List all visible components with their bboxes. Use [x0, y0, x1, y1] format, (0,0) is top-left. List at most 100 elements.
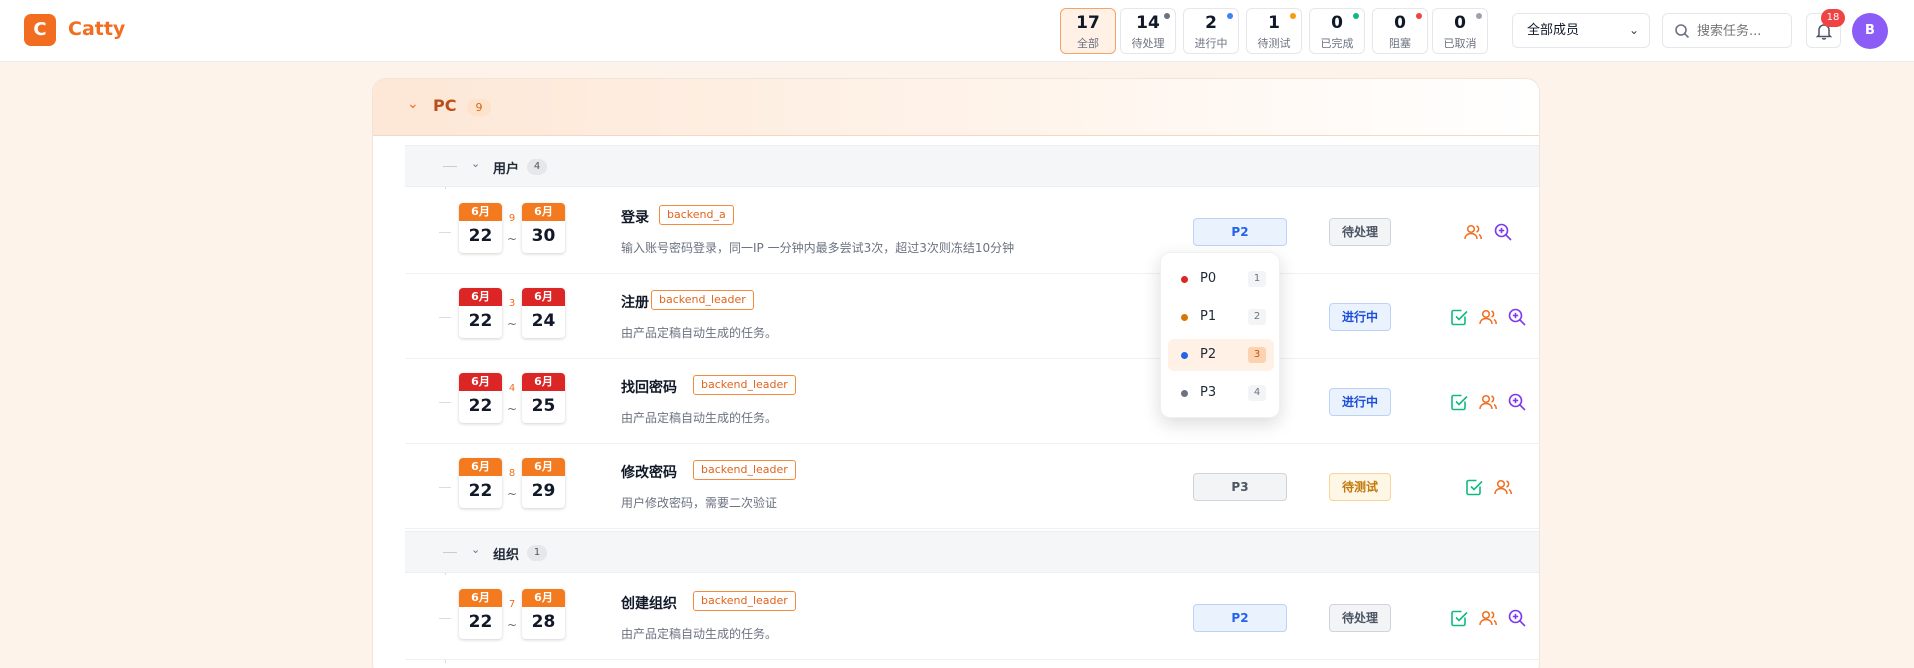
stat-testing[interactable]: 1 待测试 — [1246, 8, 1302, 54]
tree-connector — [443, 166, 457, 167]
zoom-in-icon[interactable] — [1507, 392, 1527, 412]
stat-all[interactable]: 17 全部 — [1060, 8, 1116, 54]
stat-pending[interactable]: 14 待处理 — [1120, 8, 1176, 54]
chevron-down-icon[interactable]: ⌄ — [471, 157, 480, 170]
end-date-calendar: 6月 25 — [522, 373, 565, 423]
stat-count: 17 — [1076, 13, 1100, 33]
stat-blocked[interactable]: 0 阻塞 — [1372, 8, 1428, 54]
stat-cancelled[interactable]: 0 已取消 — [1432, 8, 1488, 54]
zoom-in-icon[interactable] — [1507, 608, 1527, 628]
start-month: 6月 — [459, 288, 502, 306]
stat-label: 已取消 — [1443, 37, 1477, 50]
priority-dropdown-menu: P0 1 P1 2 P2 3 P3 4 — [1160, 252, 1280, 418]
stat-in-progress[interactable]: 2 进行中 — [1183, 8, 1239, 54]
tree-connector — [439, 317, 451, 318]
member-filter-select[interactable]: 全部成员 ⌄ — [1512, 13, 1650, 48]
end-month: 6月 — [522, 373, 565, 391]
priority-option-p0[interactable]: P0 1 — [1168, 263, 1274, 295]
status-badge[interactable]: 待处理 — [1329, 218, 1391, 246]
task-row-login[interactable]: 6月 22 9 ~ 6月 30 登录 backend_a 输入账号密码登录，同一… — [405, 189, 1539, 274]
member-filter-value: 全部成员 — [1527, 23, 1580, 38]
user-avatar[interactable]: B — [1852, 13, 1888, 49]
priority-option-p2[interactable]: P2 3 — [1168, 339, 1274, 371]
status-badge[interactable]: 进行中 — [1329, 388, 1391, 416]
start-date-calendar: 6月 22 — [459, 373, 502, 423]
end-date-calendar: 6月 29 — [522, 458, 565, 508]
priority-button[interactable]: P2 — [1193, 218, 1287, 246]
task-description: 由产品定稿自动生成的任务。 — [621, 411, 778, 425]
start-day: 22 — [468, 311, 493, 331]
assignee-tag: backend_a — [659, 205, 734, 225]
priority-option-label: P3 — [1200, 385, 1217, 400]
priority-option-p3[interactable]: P3 4 — [1168, 377, 1274, 409]
stat-label: 全部 — [1077, 37, 1099, 50]
duration-days: 7 — [508, 599, 516, 610]
assign-users-icon[interactable] — [1478, 307, 1498, 327]
priority-button[interactable]: P3 — [1193, 473, 1287, 501]
zoom-in-icon[interactable] — [1507, 307, 1527, 327]
app-logo[interactable]: C — [24, 14, 56, 46]
status-badge[interactable]: 进行中 — [1329, 303, 1391, 331]
task-title[interactable]: 登录 — [621, 207, 649, 227]
search-box[interactable] — [1662, 13, 1792, 48]
duration-days: 3 — [508, 298, 516, 309]
status-badge[interactable]: 待测试 — [1329, 473, 1391, 501]
search-input[interactable] — [1697, 22, 1787, 40]
chevron-down-icon[interactable]: ⌄ — [407, 96, 419, 112]
checkbox-complete-icon[interactable] — [1464, 477, 1484, 497]
status-dot — [1353, 13, 1359, 19]
group-header-pc[interactable]: ⌄ PC 9 — [373, 79, 1539, 136]
priority-button[interactable]: P2 — [1193, 604, 1287, 632]
assign-users-icon[interactable] — [1463, 222, 1483, 242]
task-row-create-organization[interactable]: 6月 22 7 ~ 6月 28 创建组织 backend_leader 由产品定… — [405, 575, 1539, 660]
tree-connector — [439, 487, 451, 488]
app-name[interactable]: Catty — [68, 18, 125, 40]
date-range-separator: ~ — [506, 618, 518, 632]
checkbox-complete-icon[interactable] — [1449, 392, 1469, 412]
checkbox-complete-icon[interactable] — [1449, 307, 1469, 327]
assign-users-icon[interactable] — [1478, 608, 1498, 628]
stat-label: 进行中 — [1194, 37, 1228, 50]
task-title[interactable]: 找回密码 — [621, 377, 677, 397]
start-day: 22 — [468, 226, 493, 246]
status-badge[interactable]: 待处理 — [1329, 604, 1391, 632]
zoom-in-icon[interactable] — [1493, 222, 1513, 242]
task-row-recover-password[interactable]: 6月 22 4 ~ 6月 25 找回密码 backend_leader 由产品定… — [405, 359, 1539, 444]
priority-option-count: 2 — [1248, 309, 1266, 325]
task-description: 用户修改密码，需要二次验证 — [621, 496, 778, 510]
tree-connector — [439, 402, 451, 403]
task-title[interactable]: 注册 — [621, 292, 649, 312]
stat-label: 已完成 — [1320, 37, 1354, 50]
task-description: 输入账号密码登录，同一IP 一分钟内最多尝试3次，超过3次则冻结10分钟 — [621, 241, 1015, 255]
task-row-change-password[interactable]: 6月 22 8 ~ 6月 29 修改密码 backend_leader 用户修改… — [405, 444, 1539, 529]
start-day: 22 — [468, 612, 493, 632]
priority-option-label: P0 — [1200, 271, 1217, 286]
end-day: 29 — [531, 481, 556, 501]
tree-connector — [439, 618, 451, 619]
end-date-calendar: 6月 24 — [522, 288, 565, 338]
assign-users-icon[interactable] — [1493, 477, 1513, 497]
end-month: 6月 — [522, 589, 565, 607]
assign-users-icon[interactable] — [1478, 392, 1498, 412]
end-date-calendar: 6月 30 — [522, 203, 565, 253]
priority-option-p1[interactable]: P1 2 — [1168, 301, 1274, 333]
start-date-calendar: 6月 22 — [459, 203, 502, 253]
task-title[interactable]: 创建组织 — [621, 593, 677, 613]
subgroup-name: 用户 — [493, 162, 520, 177]
chevron-down-icon[interactable]: ⌄ — [471, 543, 480, 556]
stat-done[interactable]: 0 已完成 — [1309, 8, 1365, 54]
start-month: 6月 — [459, 458, 502, 476]
task-title[interactable]: 修改密码 — [621, 462, 677, 482]
task-row-register[interactable]: 6月 22 3 ~ 6月 24 注册 backend_leader 由产品定稿自… — [405, 274, 1539, 359]
assignee-tag: backend_leader — [651, 290, 754, 310]
priority-option-count: 1 — [1248, 271, 1266, 287]
chevron-down-icon: ⌄ — [1628, 23, 1639, 37]
duration-days: 4 — [508, 383, 516, 394]
checkbox-complete-icon[interactable] — [1449, 608, 1469, 628]
subgroup-header-users[interactable]: ⌄ 用户 4 — [405, 145, 1539, 187]
priority-option-label: P2 — [1200, 347, 1217, 362]
group-count-badge: 9 — [467, 99, 491, 116]
priority-dot — [1181, 276, 1188, 283]
subgroup-header-organization[interactable]: ⌄ 组织 1 — [405, 531, 1539, 573]
priority-option-count: 3 — [1248, 347, 1266, 363]
